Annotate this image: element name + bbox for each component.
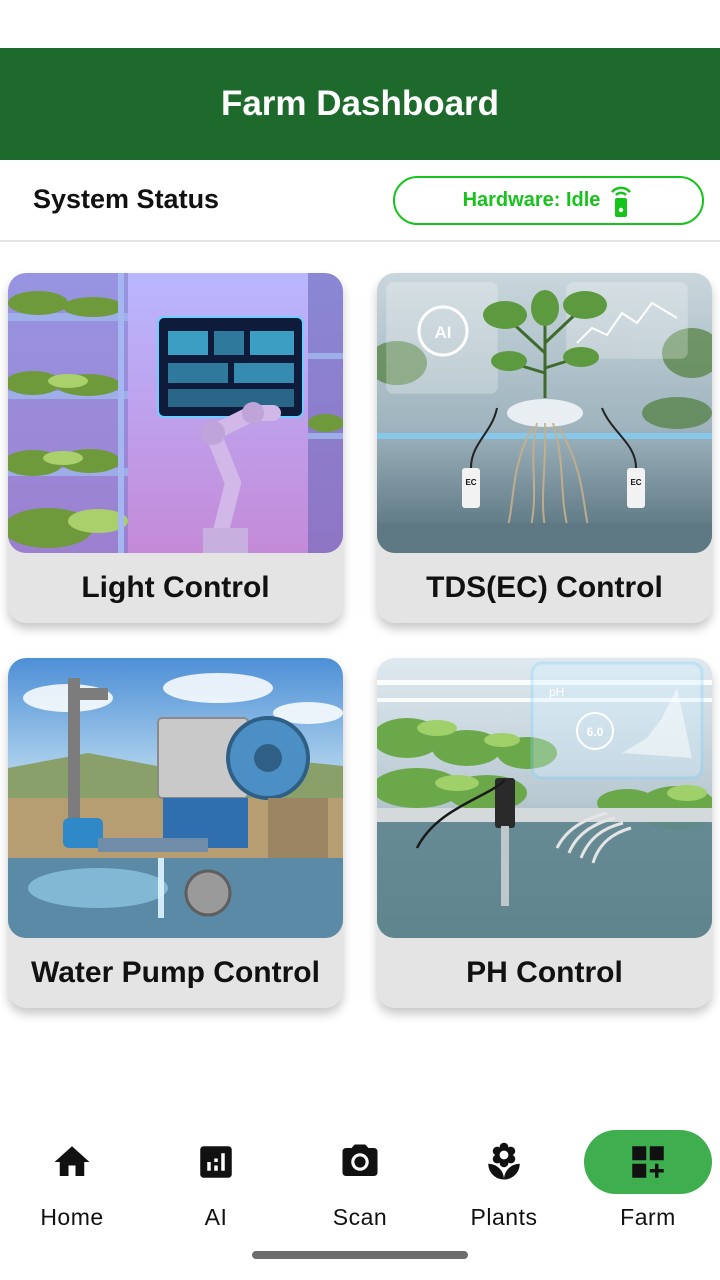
- water-pump-control-card[interactable]: Water Pump Control: [8, 658, 343, 1008]
- home-indicator[interactable]: [252, 1251, 468, 1259]
- image-ph-value-text: 6.0: [587, 725, 604, 739]
- light-control-label: Light Control: [81, 571, 270, 604]
- image-ec-text-right: EC: [630, 478, 641, 487]
- app-bar: Farm Dashboard: [0, 48, 720, 160]
- nav-item-home[interactable]: Home: [0, 1130, 144, 1240]
- nav-label-plants: Plants: [470, 1204, 538, 1230]
- light-control-card[interactable]: Light Control: [8, 273, 343, 623]
- nav-label-farm: Farm: [620, 1204, 676, 1230]
- nav-item-farm[interactable]: Farm: [576, 1130, 720, 1240]
- water-pump-control-label: Water Pump Control: [31, 956, 320, 989]
- water-pump-image: [8, 658, 343, 938]
- nav-icon-container-plants: [440, 1130, 568, 1194]
- hardware-status-badge[interactable]: Hardware: Idle: [393, 176, 704, 225]
- hydroponic-ec-sensor-image: AI EC EC: [377, 273, 712, 553]
- nav-icon-container-ai: [152, 1130, 280, 1194]
- ph-control-label: PH Control: [466, 956, 623, 989]
- signal-device-icon: [611, 186, 632, 217]
- nav-item-ai[interactable]: AI: [144, 1130, 288, 1240]
- nav-item-scan[interactable]: Scan: [288, 1130, 432, 1240]
- flower-icon: [488, 1142, 520, 1180]
- nav-label-scan: Scan: [332, 1204, 388, 1230]
- page-title: Farm Dashboard: [220, 84, 500, 123]
- tds-ec-control-label: TDS(EC) Control: [426, 571, 663, 604]
- dashboard-add-icon: [632, 1146, 664, 1178]
- image-ph-text: pH: [549, 685, 564, 699]
- camera-icon: [342, 1144, 378, 1176]
- ph-sensor-image: pH 6.0: [377, 658, 712, 938]
- home-icon: [54, 1146, 90, 1176]
- ph-control-card[interactable]: pH 6.0 PH Control: [377, 658, 712, 1008]
- system-status-title: System Status: [33, 184, 220, 214]
- image-ec-text-left: EC: [465, 478, 476, 487]
- nav-icon-container-home: [8, 1130, 136, 1194]
- system-status-bar: [0, 0, 720, 48]
- nav-item-plants[interactable]: Plants: [432, 1130, 576, 1240]
- nav-icon-container-farm: [584, 1130, 712, 1194]
- hardware-status-label: Hardware: Idle: [462, 189, 601, 211]
- nav-label-home: Home: [40, 1204, 104, 1230]
- nav-label-ai: AI: [204, 1204, 228, 1230]
- tds-ec-control-card[interactable]: AI EC EC TDS(EC) Control: [377, 273, 712, 623]
- analytics-icon: [200, 1146, 232, 1178]
- system-status-row: System Status Hardware: Idle: [0, 160, 720, 242]
- vertical-farm-robot-image: [8, 273, 343, 553]
- nav-icon-container-scan: [296, 1130, 424, 1194]
- image-ai-text: AI: [435, 323, 452, 342]
